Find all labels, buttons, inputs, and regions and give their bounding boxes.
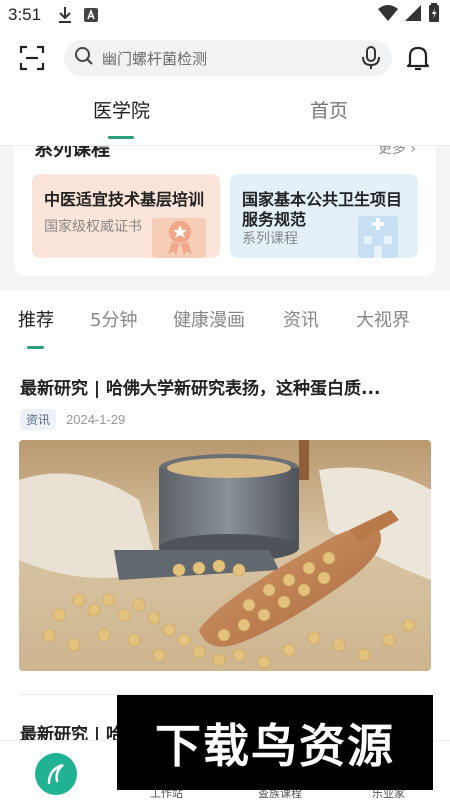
hospital-icon <box>346 206 408 258</box>
top-tabs: 医学院 首页 <box>0 96 450 142</box>
article-image[interactable] <box>19 440 431 671</box>
more-link[interactable]: 更多 › <box>378 146 416 158</box>
watermark: 下载鸟资源 <box>117 695 433 790</box>
article-tag: 资讯 <box>20 408 57 430</box>
search-placeholder: 幽门螺杆菌检测 <box>102 49 208 68</box>
status-right-group <box>378 3 440 27</box>
top-tab-indicator <box>108 136 134 139</box>
tab-news[interactable]: 资讯 <box>283 306 319 332</box>
course-section: 系列课程 更多 › 中医适宜技术基层培训 国家级权威证书 国家基本公共卫生项目服… <box>14 146 436 276</box>
battery-icon <box>428 3 440 27</box>
a-box-icon <box>81 5 101 25</box>
category-tab-indicator <box>27 346 44 349</box>
tab-health-comics[interactable]: 健康漫画 <box>173 306 245 332</box>
bell-icon[interactable] <box>404 44 432 72</box>
tab-5min[interactable]: 5分钟 <box>90 306 137 332</box>
tab-medical-school[interactable]: 医学院 <box>93 96 150 123</box>
section-title: 系列课程 <box>34 146 111 160</box>
watermark-text: 下载鸟资源 <box>155 718 395 773</box>
tab-big-view[interactable]: 大视界 <box>356 306 410 332</box>
scan-icon[interactable] <box>18 44 46 72</box>
tab-recommend[interactable]: 推荐 <box>18 306 54 332</box>
wifi-icon <box>378 4 398 26</box>
course-subtitle: 国家级权威证书 <box>44 219 142 235</box>
course-card-public-health[interactable]: 国家基本公共卫生项目服务规范 系列课程 <box>230 174 418 258</box>
article-title[interactable]: 最新研究 | 哈佛大学新研究表扬，这种蛋白质... <box>20 374 432 399</box>
search-header: 幽门螺杆菌检测 <box>0 38 450 78</box>
app-logo-icon[interactable] <box>35 753 77 795</box>
tab-home[interactable]: 首页 <box>310 96 348 123</box>
article-meta: 资讯 2024-1-29 <box>20 408 125 430</box>
course-card-tcm[interactable]: 中医适宜技术基层培训 国家级权威证书 <box>32 174 220 258</box>
signal-icon <box>404 4 422 26</box>
course-subtitle: 系列课程 <box>242 231 298 247</box>
article-date: 2024-1-29 <box>66 411 126 427</box>
status-bar: 3:51 <box>0 0 450 30</box>
search-icon <box>74 46 94 70</box>
search-input[interactable]: 幽门螺杆菌检测 <box>64 40 392 76</box>
download-icon <box>55 5 75 25</box>
status-time: 3:51 <box>8 5 42 24</box>
category-tabs: 推荐 5分钟 健康漫画 资讯 大视界 <box>0 306 450 350</box>
medal-icon <box>148 206 210 258</box>
mic-icon[interactable] <box>360 46 382 70</box>
